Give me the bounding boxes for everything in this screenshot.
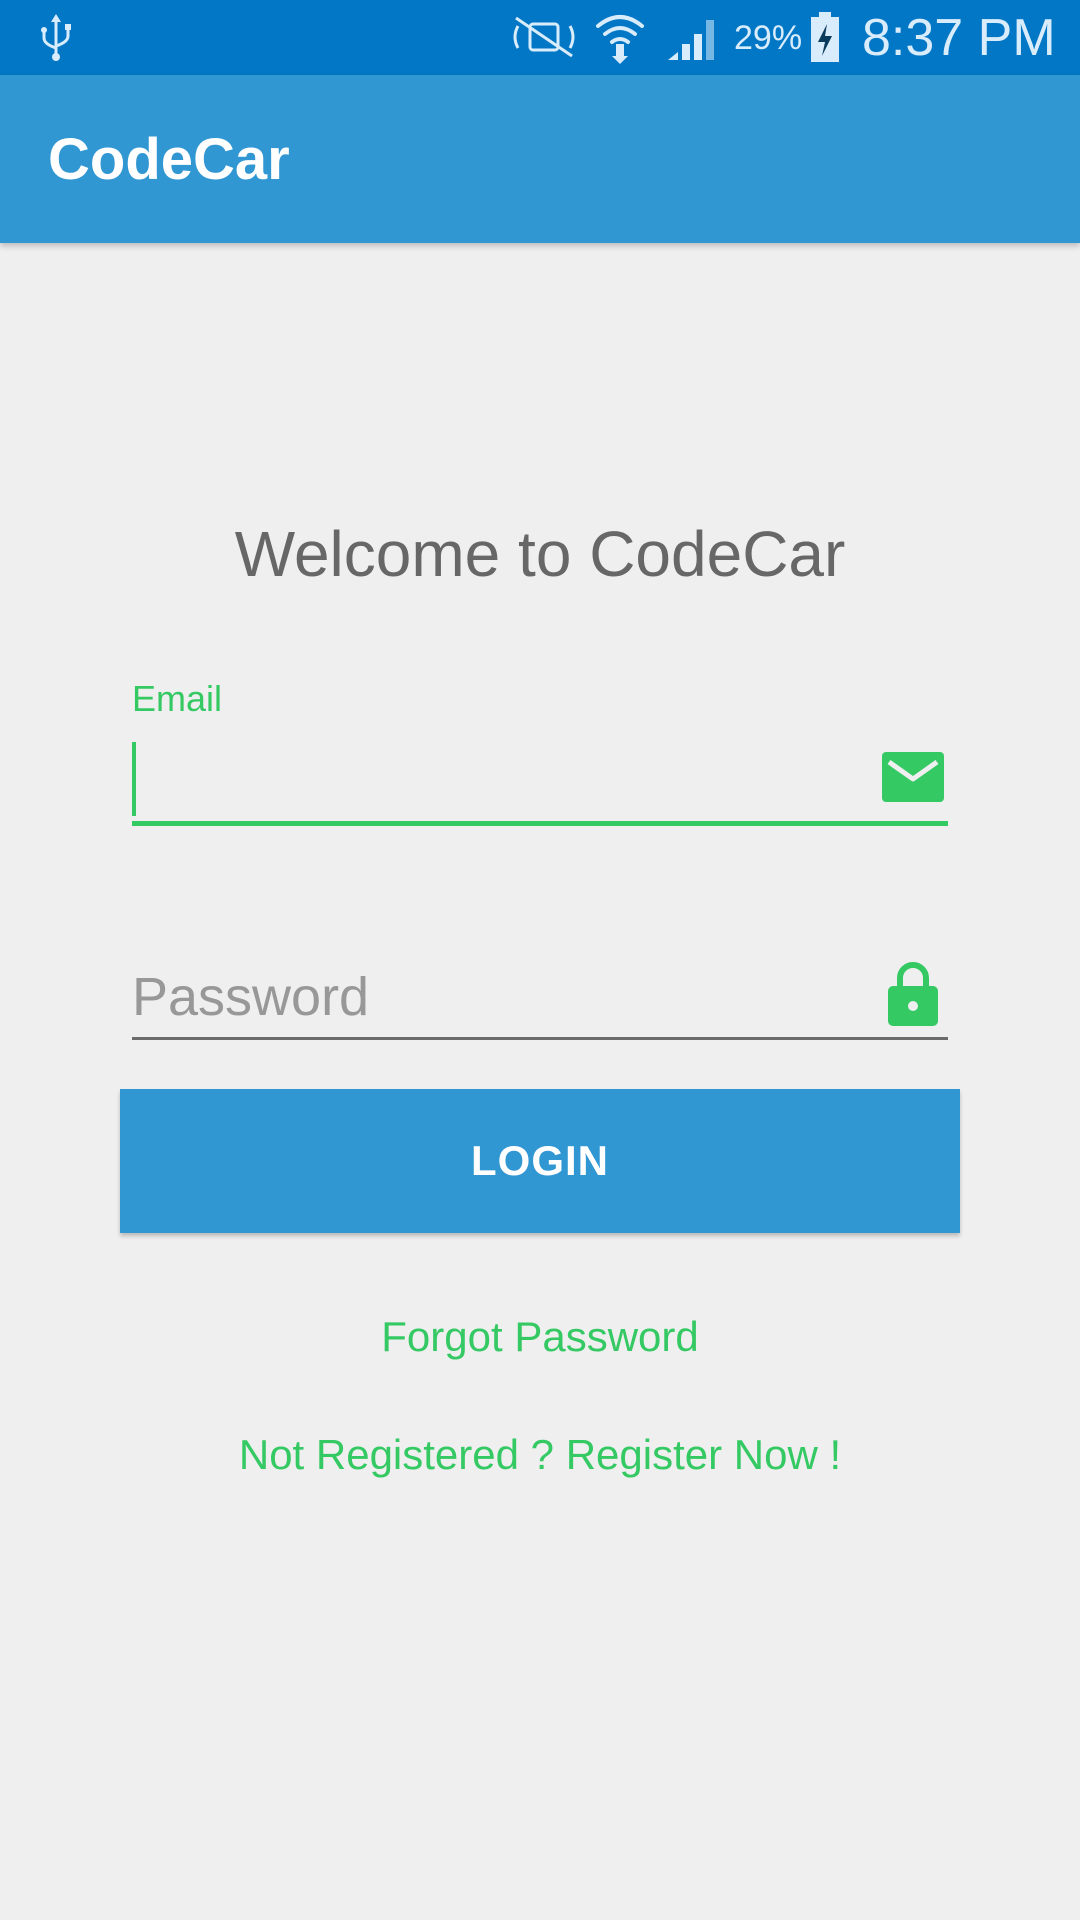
signal-icon [668, 20, 714, 60]
forgot-password-link[interactable]: Forgot Password [0, 1312, 1080, 1362]
welcome-heading: Welcome to CodeCar [234, 518, 846, 590]
clock: 8:37 PM [862, 9, 1056, 67]
lock-icon [888, 962, 938, 1026]
mail-icon [882, 752, 944, 802]
app-bar: CodeCar [0, 75, 1080, 243]
login-button[interactable]: LOGIN [120, 1089, 960, 1233]
app-title: CodeCar [48, 127, 290, 192]
text-cursor [132, 742, 136, 816]
usb-icon [41, 14, 71, 61]
email-label: Email [132, 678, 223, 719]
register-link[interactable]: Not Registered ? Register Now ! [0, 1430, 1080, 1480]
password-field[interactable]: Password [132, 950, 948, 1040]
password-placeholder: Password [132, 967, 370, 1027]
wifi-icon [596, 15, 644, 64]
mute-icon [513, 16, 575, 58]
login-screen: 29% 8:37 PM CodeCar Welcome to CodeCar E… [0, 0, 1080, 1920]
email-field[interactable] [132, 740, 948, 826]
status-bar: 29% 8:37 PM [0, 0, 1080, 75]
battery-percent: 29% [734, 19, 803, 57]
battery-charging-icon [811, 12, 839, 62]
